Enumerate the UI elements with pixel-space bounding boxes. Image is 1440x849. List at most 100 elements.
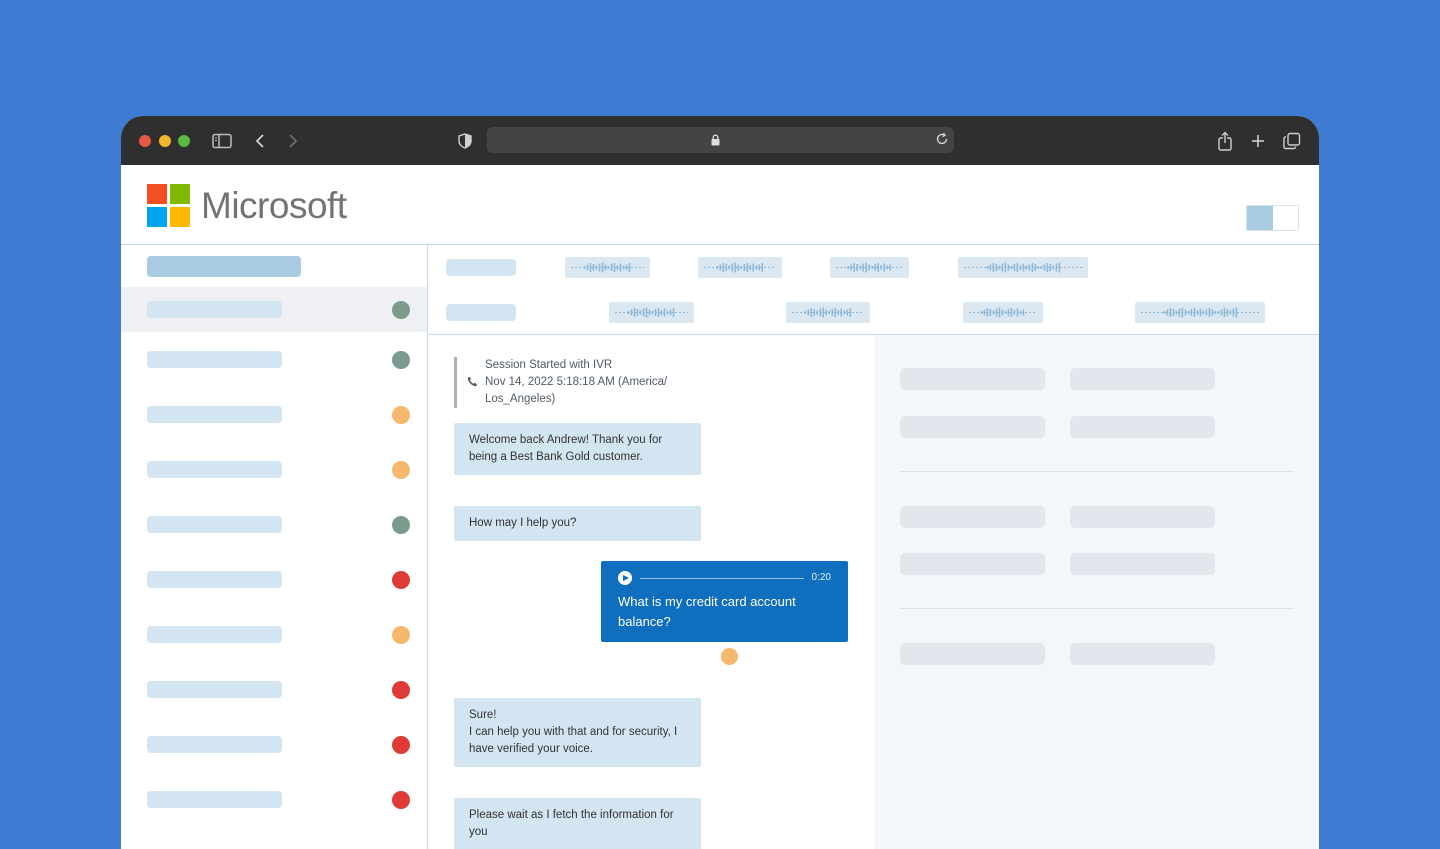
close-window-button[interactable] [139, 135, 151, 147]
audio-waveform[interactable] [830, 257, 909, 278]
detail-placeholder [900, 506, 1045, 528]
browser-window: Microsoft Session Started with IVR Nov 1… [121, 116, 1319, 849]
conversation-label-placeholder [147, 351, 282, 368]
message-line: Sure! [469, 709, 497, 721]
detail-placeholder [1070, 368, 1215, 390]
status-indicator [392, 515, 410, 534]
call-summary-strip [428, 245, 1319, 335]
view-toggle[interactable] [1246, 205, 1299, 231]
back-icon[interactable] [249, 130, 271, 152]
conversation-item[interactable] [121, 497, 427, 552]
lock-icon [711, 133, 720, 151]
conversation-label-placeholder [147, 681, 282, 698]
section-divider [900, 471, 1294, 472]
conversation-list [121, 287, 427, 827]
audio-waveform[interactable] [565, 257, 650, 278]
summary-label-placeholder [446, 259, 516, 276]
conversation-label-placeholder [147, 461, 282, 478]
conversation-sidebar [121, 245, 428, 849]
conversation-label-placeholder [147, 516, 282, 533]
sidebar-header-placeholder [147, 256, 301, 277]
session-title: Session Started with IVR [485, 359, 613, 371]
logo-square-red [147, 184, 167, 204]
audio-player: 0:20 [618, 570, 831, 586]
status-indicator [392, 680, 410, 699]
conversation-label-placeholder [147, 301, 282, 318]
detail-placeholder [900, 643, 1045, 665]
app-header: Microsoft [121, 165, 1319, 245]
details-pane [874, 335, 1319, 849]
status-indicator [392, 405, 410, 424]
audio-waveform[interactable] [698, 257, 782, 278]
minimize-window-button[interactable] [159, 135, 171, 147]
phone-icon [467, 376, 478, 393]
session-timestamp: Nov 14, 2022 5:18:18 AM (America/ [485, 376, 668, 388]
address-bar[interactable] [487, 127, 954, 153]
conversation-label-placeholder [147, 571, 282, 588]
conversation-item[interactable] [121, 717, 427, 772]
incoming-message: Sure! I can help you with that and for s… [454, 698, 701, 767]
play-icon[interactable] [618, 571, 632, 585]
new-tab-icon[interactable] [1247, 130, 1269, 152]
conversation-label-placeholder [147, 626, 282, 643]
toggle-knob [1247, 206, 1273, 230]
detail-placeholder [1070, 416, 1215, 438]
shield-icon[interactable] [454, 130, 476, 152]
audio-progress-track[interactable] [640, 577, 804, 579]
status-indicator [392, 570, 410, 589]
session-timezone: Los_Angeles) [485, 393, 556, 405]
logo-square-green [170, 184, 190, 204]
audio-waveform[interactable] [786, 302, 870, 323]
status-indicator [392, 350, 410, 369]
incoming-message: Welcome back Andrew! Thank you for being… [454, 423, 701, 475]
detail-placeholder [1070, 643, 1215, 665]
share-icon[interactable] [1214, 130, 1236, 152]
detail-placeholder [900, 368, 1045, 390]
detail-placeholder [1070, 553, 1215, 575]
forward-icon[interactable] [282, 130, 304, 152]
audio-waveform[interactable] [1135, 302, 1265, 323]
incoming-message: Please wait as I fetch the information f… [454, 798, 701, 849]
summary-label-placeholder [446, 304, 516, 321]
conversation-item[interactable] [121, 662, 427, 717]
microsoft-logo-icon [147, 184, 190, 227]
chat-transcript: Session Started with IVR Nov 14, 2022 5:… [428, 335, 874, 849]
conversation-item[interactable] [121, 442, 427, 497]
browser-toolbar [121, 116, 1319, 165]
logo-square-blue [147, 207, 167, 227]
conversation-label-placeholder [147, 791, 282, 808]
status-indicator [392, 300, 410, 319]
maximize-window-button[interactable] [178, 135, 190, 147]
session-info: Session Started with IVR Nov 14, 2022 5:… [454, 357, 714, 408]
detail-placeholder [900, 553, 1045, 575]
customer-avatar [721, 648, 738, 665]
conversation-item[interactable] [121, 772, 427, 827]
conversation-item[interactable] [121, 287, 427, 332]
detail-placeholder [1070, 506, 1215, 528]
reload-icon[interactable] [934, 131, 950, 152]
conversation-item[interactable] [121, 607, 427, 662]
incoming-message: How may I help you? [454, 506, 701, 541]
status-indicator [392, 460, 410, 479]
outgoing-message-text: What is my credit card account balance? [618, 594, 796, 629]
audio-waveform[interactable] [609, 302, 694, 323]
status-indicator [392, 790, 410, 809]
status-indicator [392, 625, 410, 644]
audio-waveform[interactable] [958, 257, 1088, 278]
detail-placeholder [900, 416, 1045, 438]
conversation-item[interactable] [121, 387, 427, 442]
status-indicator [392, 735, 410, 754]
section-divider [900, 608, 1294, 609]
conversation-item[interactable] [121, 552, 427, 607]
audio-waveform[interactable] [963, 302, 1043, 323]
audio-duration: 0:20 [811, 572, 831, 583]
message-line: I can help you with that and for securit… [469, 726, 678, 755]
brand-name: Microsoft [201, 185, 347, 226]
conversation-label-placeholder [147, 736, 282, 753]
conversation-item[interactable] [121, 332, 427, 387]
logo-square-yellow [170, 207, 190, 227]
tabs-overview-icon[interactable] [1281, 130, 1303, 152]
sidebar-icon[interactable] [211, 130, 233, 152]
conversation-label-placeholder [147, 406, 282, 423]
outgoing-voice-message: 0:20 What is my credit card account bala… [601, 561, 848, 642]
